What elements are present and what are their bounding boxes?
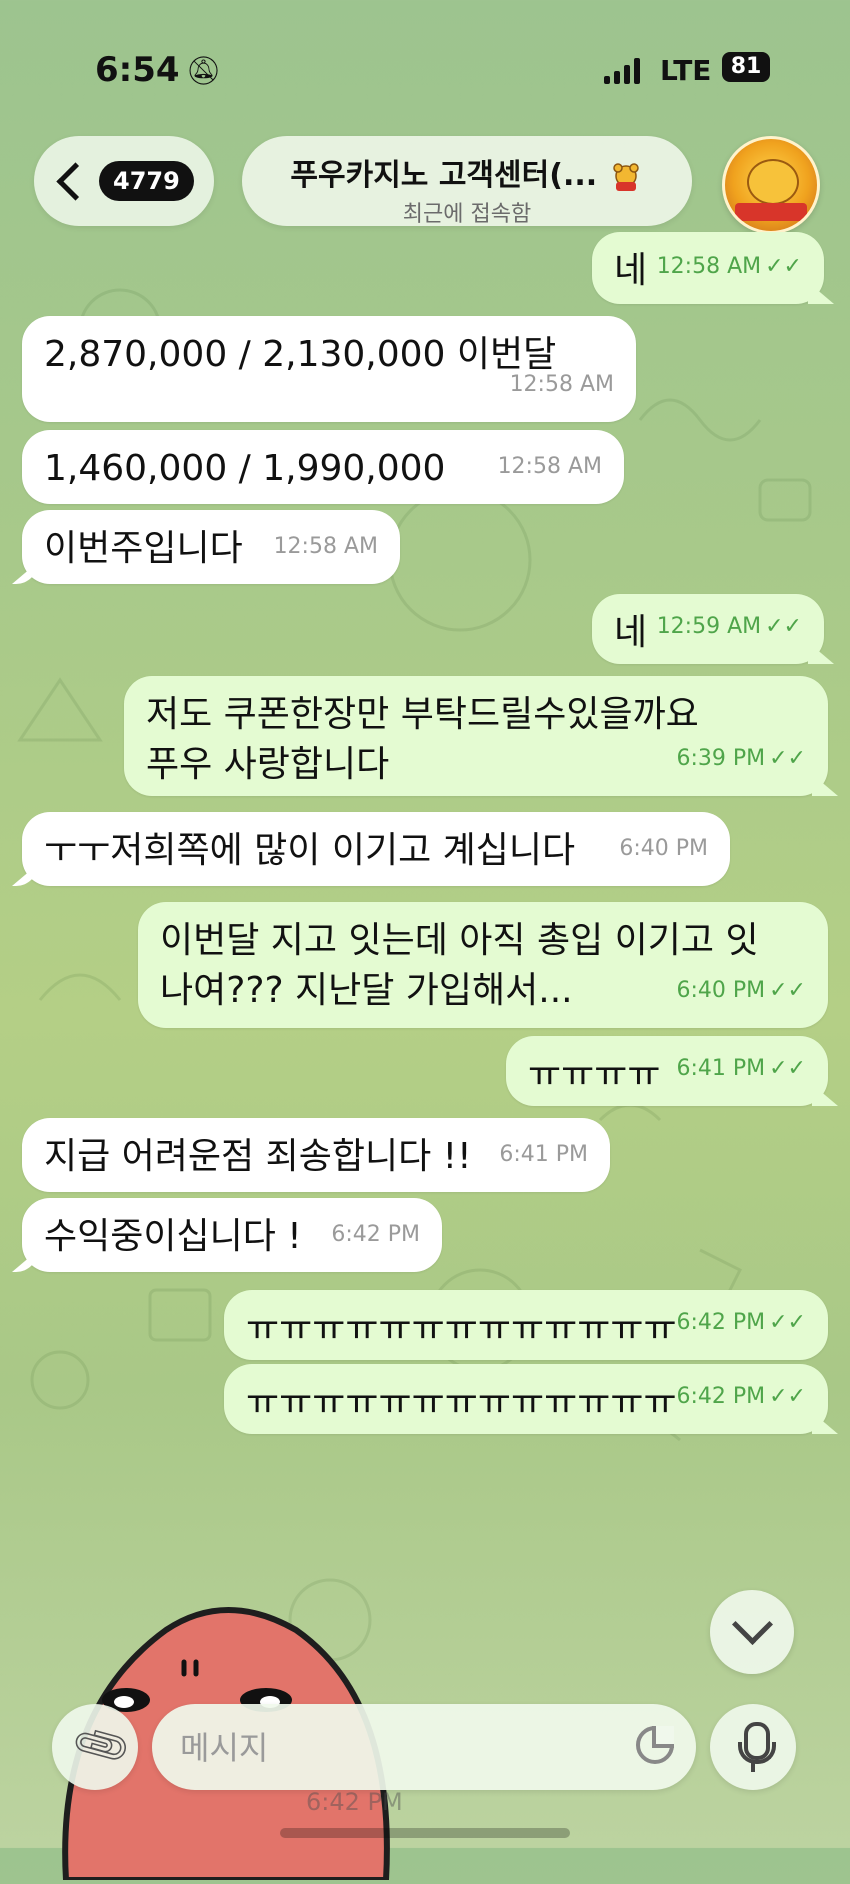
read-check-icon: ✓✓ [769, 746, 806, 771]
message-time: 6:40 PM [676, 978, 766, 1003]
chat-last-seen: 최근에 접속함 [402, 202, 532, 227]
message-text: 네 [614, 612, 648, 653]
sticker-icon[interactable] [636, 1726, 674, 1764]
chat-title-text: 푸우카지노 고객센터(... [290, 158, 598, 193]
message-time: 6:42 PM [676, 1310, 766, 1335]
message-text: 네 [614, 250, 648, 291]
scroll-down-button[interactable] [710, 1590, 794, 1674]
home-indicator [280, 1828, 570, 1838]
message-time: 6:42 PM [676, 1384, 766, 1409]
avatar-ribbon [735, 203, 807, 221]
read-check-icon: ✓✓ [769, 978, 806, 1003]
message-time: 12:59 AM [656, 614, 762, 639]
message-time: 6:40 PM [619, 836, 708, 861]
bell-slash-icon: 🔕︎ [186, 54, 222, 87]
bear-avatar-icon [747, 159, 799, 205]
read-check-icon: ✓✓ [769, 1384, 806, 1409]
message-text: 지급 어려운점 죄송합니다 !! [44, 1136, 472, 1177]
message-bubble[interactable]: 네 12:58 AM ✓✓ [592, 232, 824, 304]
message-text: ㅠㅠㅠㅠㅠㅠㅠㅠㅠㅠㅠㅠㅠ [246, 1308, 677, 1349]
attach-button[interactable]: 📎︎ [52, 1704, 138, 1790]
message-bubble[interactable]: ㅠㅠㅠㅠㅠㅠㅠㅠㅠㅠㅠㅠㅠ 6:42 PM ✓✓ [224, 1364, 828, 1434]
message-text: ㅠㅠㅠㅠㅠㅠㅠㅠㅠㅠㅠㅠㅠ [246, 1382, 677, 1423]
message-time: 6:39 PM [676, 746, 766, 771]
read-check-icon: ✓✓ [765, 254, 802, 279]
microphone-button[interactable] [710, 1704, 796, 1790]
message-bubble[interactable]: 수익중이십니다 ! 6:42 PM [22, 1198, 442, 1272]
message-bubble[interactable]: 이번주입니다 12:58 AM [22, 510, 400, 584]
bear-emoji-icon [612, 162, 639, 191]
message-bubble[interactable]: ㅠㅠㅠㅠㅠㅠㅠㅠㅠㅠㅠㅠㅠ 6:42 PM ✓✓ [224, 1290, 828, 1360]
message-text: ㅜㅜ저희쪽에 많이 이기고 계십니다 [44, 830, 576, 871]
battery-indicator: 81 [722, 52, 770, 82]
sticker-time: 6:42 PM [306, 1788, 403, 1816]
message-input-container [152, 1704, 696, 1790]
signal-icon [604, 58, 640, 84]
message-bubble[interactable]: ㅠㅠㅠㅠ 6:41 PM ✓✓ [506, 1036, 828, 1106]
message-text: 이번달 지고 잇는데 아직 총입 이기고 잇나여??? 지난달 가입해서... [160, 920, 759, 1011]
message-bubble[interactable]: 지급 어려운점 죄송합니다 !! 6:41 PM [22, 1118, 610, 1192]
message-text: 수익중이십니다 ! [44, 1216, 302, 1257]
message-text: 이번주입니다 [44, 528, 243, 569]
chevron-left-icon [56, 161, 95, 201]
message-text: 저도 쿠폰한장만 부탁드릴수있을까요 푸우 사랑합니다 [146, 694, 699, 785]
message-time: 6:41 PM [676, 1056, 766, 1081]
message-bubble[interactable]: 저도 쿠폰한장만 부탁드릴수있을까요 푸우 사랑합니다 6:39 PM ✓✓ [124, 676, 828, 796]
message-input[interactable] [178, 1722, 602, 1774]
message-text: 1,460,000 / 1,990,000 [44, 448, 446, 489]
message-bubble[interactable]: 이번달 지고 잇는데 아직 총입 이기고 잇나여??? 지난달 가입해서... … [138, 902, 828, 1028]
status-bar: 6:54 🔕︎ LTE 81 [0, 40, 850, 100]
paperclip-icon: 📎︎ [68, 1713, 136, 1779]
message-bubble[interactable]: 2,870,000 / 2,130,000 이번달 12:58 AM [22, 316, 636, 422]
message-time: 6:41 PM [499, 1142, 588, 1167]
message-bubble[interactable]: 1,460,000 / 1,990,000 12:58 AM [22, 430, 624, 504]
back-button[interactable]: 4779 [34, 136, 214, 226]
status-time: 6:54 [95, 50, 180, 90]
network-label: LTE [660, 54, 712, 87]
message-time: 12:58 AM [509, 372, 614, 397]
read-check-icon: ✓✓ [769, 1310, 806, 1335]
message-bubble[interactable]: ㅜㅜ저희쪽에 많이 이기고 계십니다 6:40 PM [22, 812, 730, 886]
read-check-icon: ✓✓ [765, 614, 802, 639]
message-text: ㅠㅠㅠㅠ [528, 1054, 661, 1095]
message-bubble[interactable]: 네 12:59 AM ✓✓ [592, 594, 824, 664]
avatar[interactable] [722, 136, 820, 234]
message-text: 2,870,000 / 2,130,000 이번달 [44, 334, 557, 375]
message-time: 12:58 AM [497, 454, 602, 479]
message-time: 12:58 AM [656, 254, 762, 279]
chat-title: 푸우카지노 고객센터(... [242, 150, 692, 194]
chevron-down-icon [731, 1603, 774, 1646]
message-time: 12:58 AM [273, 534, 378, 559]
read-check-icon: ✓✓ [769, 1056, 806, 1081]
unread-count-badge: 4779 [99, 161, 194, 201]
message-time: 6:42 PM [331, 1222, 420, 1247]
chat-title-button[interactable]: 푸우카지노 고객센터(... 최근에 접속함 [242, 136, 692, 227]
